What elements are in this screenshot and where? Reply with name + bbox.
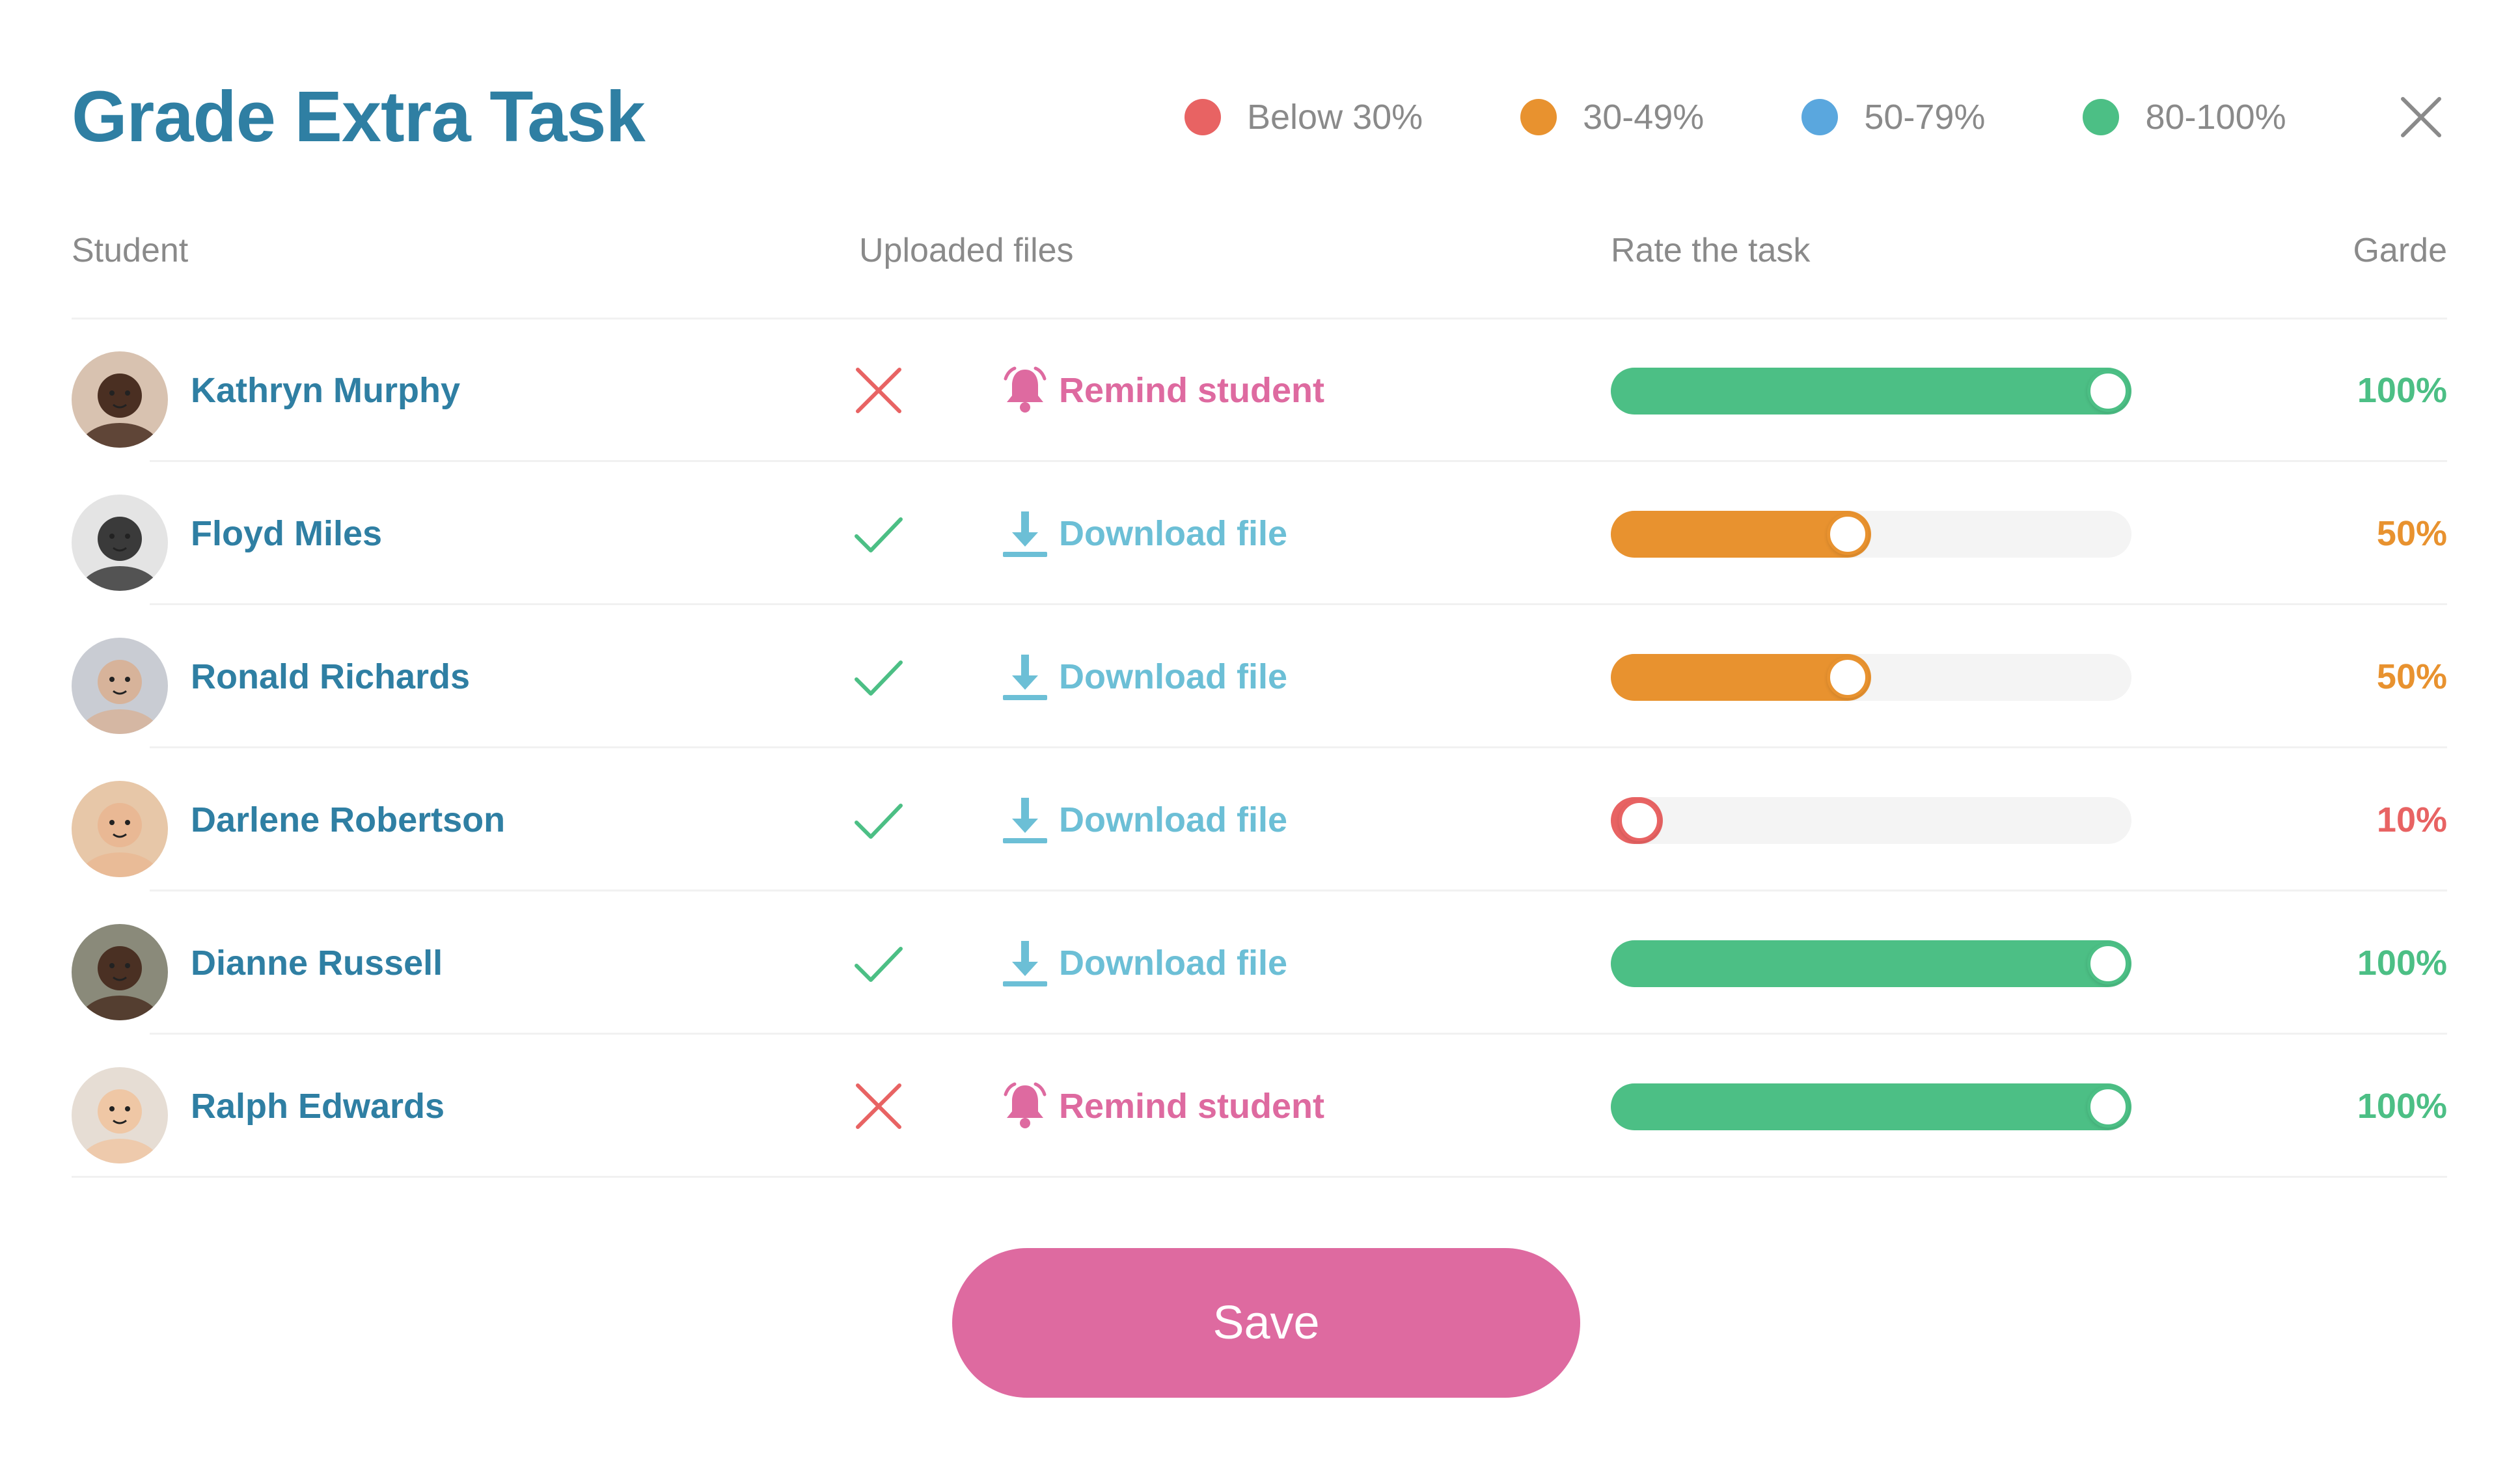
table-header: Student Uploaded files Rate the task Gar… (72, 221, 2447, 280)
remind-student-button[interactable]: Remind student (999, 319, 1324, 462)
check-icon (853, 794, 905, 846)
download-file-button[interactable]: Download file (999, 748, 1287, 891)
rating-slider-fill (1611, 1083, 2131, 1130)
download-icon (999, 937, 1059, 989)
rating-slider-fill (1611, 940, 2131, 987)
grade-value: 50% (2376, 657, 2447, 696)
close-icon (2401, 97, 2441, 137)
rating-slider-fill (1611, 368, 2131, 415)
table-row: Darlene Robertson Download file 10% (72, 748, 2447, 891)
file-action-label: Download file (1059, 944, 1287, 983)
cross-icon (853, 364, 905, 416)
table-row: Ronald Richards Download file 50% (72, 605, 2447, 748)
table-row: Kathryn Murphy Remind student 100% (72, 319, 2447, 462)
check-icon (853, 508, 905, 560)
table-row: Dianne Russell Download file 100% (72, 891, 2447, 1035)
legend-dot (1801, 99, 1839, 135)
column-header-grade: Garde (2353, 232, 2447, 269)
avatar (72, 638, 168, 734)
legend-item: Below 30% (1185, 97, 1423, 137)
grade-value: 50% (2376, 514, 2447, 553)
close-button[interactable] (2395, 91, 2447, 143)
download-file-button[interactable]: Download file (999, 462, 1287, 605)
student-name: Floyd Miles (191, 514, 383, 553)
check-icon (853, 937, 905, 989)
student-name: Ronald Richards (191, 657, 471, 696)
modal-title: Grade Extra Task (72, 77, 646, 157)
rating-slider-handle[interactable] (1827, 657, 1869, 698)
table-row: Floyd Miles Download file 50% (72, 462, 2447, 605)
rating-slider[interactable] (1611, 654, 2131, 701)
download-file-button[interactable]: Download file (999, 891, 1287, 1035)
student-list: Kathryn Murphy Remind student 100% Floyd Mi… (72, 319, 2447, 1178)
student-name: Kathryn Murphy (191, 371, 461, 410)
avatar (72, 924, 168, 1020)
student-name: Dianne Russell (191, 944, 443, 983)
column-header-uploaded-files: Uploaded files (859, 232, 1074, 269)
bell-icon (999, 364, 1059, 416)
download-icon (999, 794, 1059, 846)
rating-slider[interactable] (1611, 511, 2131, 558)
legend-dot (1520, 99, 1557, 135)
grade-value: 100% (2357, 1087, 2447, 1126)
rating-slider-handle[interactable] (2087, 1086, 2129, 1128)
remind-student-button[interactable]: Remind student (999, 1035, 1324, 1178)
save-button[interactable]: Save (952, 1248, 1580, 1398)
rating-slider[interactable] (1611, 368, 2131, 415)
legend-label: 50-79% (1864, 98, 1986, 137)
legend-dot (1185, 99, 1221, 135)
cross-icon (853, 1080, 905, 1132)
column-header-rate: Rate the task (1611, 232, 1811, 269)
file-action-label: Remind student (1059, 371, 1325, 410)
rating-slider[interactable] (1611, 797, 2131, 844)
legend-dot (2083, 99, 2120, 135)
rating-slider-handle[interactable] (2087, 943, 2129, 985)
rating-slider-handle[interactable] (1827, 513, 1869, 555)
download-icon (999, 508, 1059, 560)
grade-value: 100% (2357, 371, 2447, 410)
check-icon (853, 651, 905, 703)
avatar (72, 495, 168, 591)
bell-icon (999, 1080, 1059, 1132)
avatar (72, 351, 168, 448)
legend-label: Below 30% (1247, 98, 1423, 137)
legend-item: 80-100% (2083, 97, 2286, 137)
rating-slider[interactable] (1611, 1083, 2131, 1130)
column-header-student: Student (72, 232, 189, 269)
legend-item: 30-49% (1520, 97, 1704, 137)
file-action-label: Download file (1059, 800, 1287, 839)
file-action-label: Download file (1059, 514, 1287, 553)
grade-legend: Below 30% 30-49% 50-79% 80-100% (1185, 91, 2286, 143)
student-name: Darlene Robertson (191, 800, 506, 839)
grade-value: 10% (2376, 800, 2447, 839)
legend-item: 50-79% (1801, 97, 1985, 137)
legend-label: 80-100% (2145, 98, 2286, 137)
file-action-label: Download file (1059, 657, 1287, 696)
grade-task-modal: Grade Extra Task Below 30% 30-49% 50-79% 80… (0, 0, 2520, 1468)
avatar (72, 781, 168, 877)
file-action-label: Remind student (1059, 1087, 1325, 1126)
rating-slider-handle[interactable] (1619, 800, 1660, 841)
grade-value: 100% (2357, 944, 2447, 983)
legend-label: 30-49% (1583, 98, 1705, 137)
avatar (72, 1067, 168, 1163)
download-file-button[interactable]: Download file (999, 605, 1287, 748)
table-row: Ralph Edwards Remind student 100% (72, 1035, 2447, 1178)
download-icon (999, 651, 1059, 703)
rating-slider[interactable] (1611, 940, 2131, 987)
rating-slider-handle[interactable] (2087, 370, 2129, 412)
student-name: Ralph Edwards (191, 1087, 445, 1126)
